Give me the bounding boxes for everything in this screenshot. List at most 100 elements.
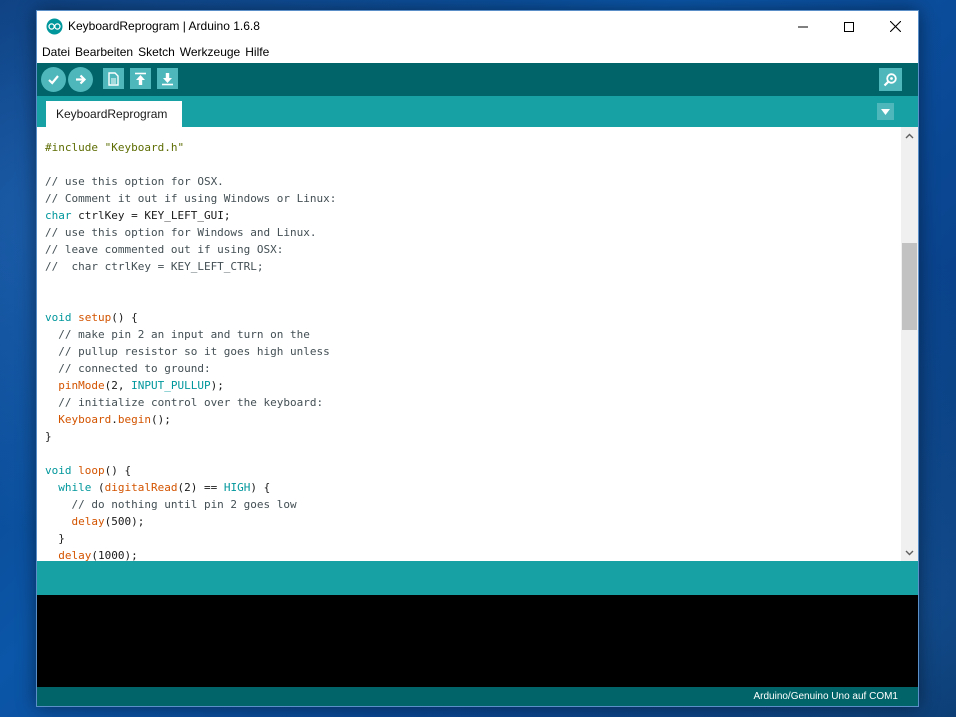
code-token: // use this option for OSX. bbox=[45, 175, 224, 188]
code-token: // connected to ground: bbox=[45, 362, 211, 375]
code-line: delay(500); bbox=[45, 513, 895, 530]
board-port-status: Arduino/Genuino Uno auf COM1 bbox=[753, 691, 898, 702]
toolbar bbox=[37, 63, 918, 96]
code-token: // use this option for Windows and Linux… bbox=[45, 226, 317, 239]
code-line: // make pin 2 an input and turn on the bbox=[45, 326, 895, 343]
code-token: void bbox=[45, 464, 72, 477]
code-editor[interactable]: #include "Keyboard.h" // use this option… bbox=[37, 127, 918, 561]
magnifier-icon bbox=[883, 73, 897, 87]
editor-scrollbar[interactable] bbox=[901, 127, 918, 561]
arduino-logo-icon bbox=[46, 18, 63, 35]
menu-sketch[interactable]: Sketch bbox=[137, 45, 178, 59]
maximize-button[interactable] bbox=[826, 11, 872, 42]
arduino-ide-window: KeyboardReprogram | Arduino 1.6.8 Datei … bbox=[36, 10, 919, 707]
open-sketch-button[interactable] bbox=[130, 68, 151, 89]
code-token: } bbox=[45, 430, 52, 443]
code-token: // do nothing until pin 2 goes low bbox=[45, 498, 297, 511]
chevron-down-icon bbox=[905, 550, 914, 555]
scroll-down-button[interactable] bbox=[901, 544, 918, 561]
menu-hilfe[interactable]: Hilfe bbox=[244, 45, 272, 59]
code-token: (); bbox=[150, 413, 171, 426]
code-token: // Comment it out if using Windows or Li… bbox=[45, 192, 337, 205]
code-token: (1000); bbox=[91, 549, 138, 561]
open-up-arrow-icon bbox=[135, 72, 146, 85]
chevron-up-icon bbox=[905, 133, 914, 138]
minimize-icon bbox=[798, 26, 808, 27]
tab-keyboardreprogram[interactable]: KeyboardReprogram bbox=[46, 101, 182, 127]
code-line: // use this option for Windows and Linux… bbox=[45, 224, 895, 241]
code-line: delay(1000); bbox=[45, 547, 895, 561]
code-line: // connected to ground: bbox=[45, 360, 895, 377]
code-line: // do nothing until pin 2 goes low bbox=[45, 496, 895, 513]
menu-bearbeiten[interactable]: Bearbeiten bbox=[74, 45, 136, 59]
code-token: loop bbox=[78, 464, 105, 477]
code-line: // initialize control over the keyboard: bbox=[45, 394, 895, 411]
code-token: // make pin 2 an input and turn on the bbox=[45, 328, 310, 341]
code-token: () { bbox=[111, 311, 138, 324]
code-line: #include "Keyboard.h" bbox=[45, 139, 895, 156]
menu-datei[interactable]: Datei bbox=[41, 45, 73, 59]
code-token: HIGH bbox=[223, 481, 251, 494]
serial-monitor-button[interactable] bbox=[879, 68, 902, 91]
code-token: ) { bbox=[250, 481, 271, 494]
code-token: (500); bbox=[104, 515, 145, 528]
code-text: #include "Keyboard.h" // use this option… bbox=[45, 139, 895, 561]
window-title: KeyboardReprogram | Arduino 1.6.8 bbox=[68, 19, 260, 33]
arrow-right-icon bbox=[76, 74, 87, 85]
menu-bar: Datei Bearbeiten Sketch Werkzeuge Hilfe bbox=[37, 42, 918, 62]
code-token: () { bbox=[104, 464, 132, 477]
code-token: (2, bbox=[104, 379, 132, 392]
scroll-up-button[interactable] bbox=[901, 127, 918, 144]
code-token: setup bbox=[78, 311, 112, 324]
save-down-arrow-icon bbox=[162, 72, 173, 85]
code-token: char bbox=[45, 209, 72, 222]
close-icon bbox=[889, 21, 901, 32]
code-token: void bbox=[45, 311, 72, 324]
new-sketch-button[interactable] bbox=[103, 68, 124, 89]
code-token: // pullup resistor so it goes high unles… bbox=[45, 345, 330, 358]
close-button[interactable] bbox=[872, 11, 918, 42]
status-bar: Arduino/Genuino Uno auf COM1 bbox=[37, 687, 918, 706]
code-token: (2) == bbox=[177, 481, 224, 494]
code-line: // pullup resistor so it goes high unles… bbox=[45, 343, 895, 360]
code-token: . bbox=[111, 413, 118, 426]
code-line: // Comment it out if using Windows or Li… bbox=[45, 190, 895, 207]
code-line: char ctrlKey = KEY_LEFT_GUI; bbox=[45, 207, 895, 224]
menu-werkzeuge[interactable]: Werkzeuge bbox=[179, 45, 243, 59]
tab-menu-button[interactable] bbox=[877, 103, 894, 120]
scroll-thumb[interactable] bbox=[902, 243, 917, 330]
code-line: } bbox=[45, 428, 895, 445]
check-icon bbox=[48, 75, 59, 85]
code-line: // char ctrlKey = KEY_LEFT_CTRL; bbox=[45, 258, 895, 275]
code-token: } bbox=[45, 532, 65, 545]
code-token: while bbox=[58, 481, 92, 494]
tab-label: KeyboardReprogram bbox=[56, 107, 168, 121]
upload-button[interactable] bbox=[68, 67, 93, 92]
code-token: // char ctrlKey = KEY_LEFT_CTRL; bbox=[45, 260, 264, 273]
maximize-icon bbox=[844, 21, 854, 32]
code-line: void loop() { bbox=[45, 462, 895, 479]
minimize-button[interactable] bbox=[780, 11, 826, 42]
code-token: INPUT_PULLUP bbox=[131, 379, 211, 392]
code-token: begin bbox=[117, 413, 151, 426]
code-token: Keyboard bbox=[58, 413, 112, 426]
code-line: pinMode(2, INPUT_PULLUP); bbox=[45, 377, 895, 394]
code-line: } bbox=[45, 530, 895, 547]
code-token: #include "Keyboard.h" bbox=[45, 141, 185, 154]
code-line: while (digitalRead(2) == HIGH) { bbox=[45, 479, 895, 496]
code-token: // leave commented out if using OSX: bbox=[45, 243, 284, 256]
verify-button[interactable] bbox=[41, 67, 66, 92]
console-output[interactable] bbox=[37, 595, 918, 687]
code-token: // initialize control over the keyboard: bbox=[45, 396, 324, 409]
message-area[interactable] bbox=[37, 561, 918, 595]
code-line: // leave commented out if using OSX: bbox=[45, 241, 895, 258]
save-sketch-button[interactable] bbox=[157, 68, 178, 89]
